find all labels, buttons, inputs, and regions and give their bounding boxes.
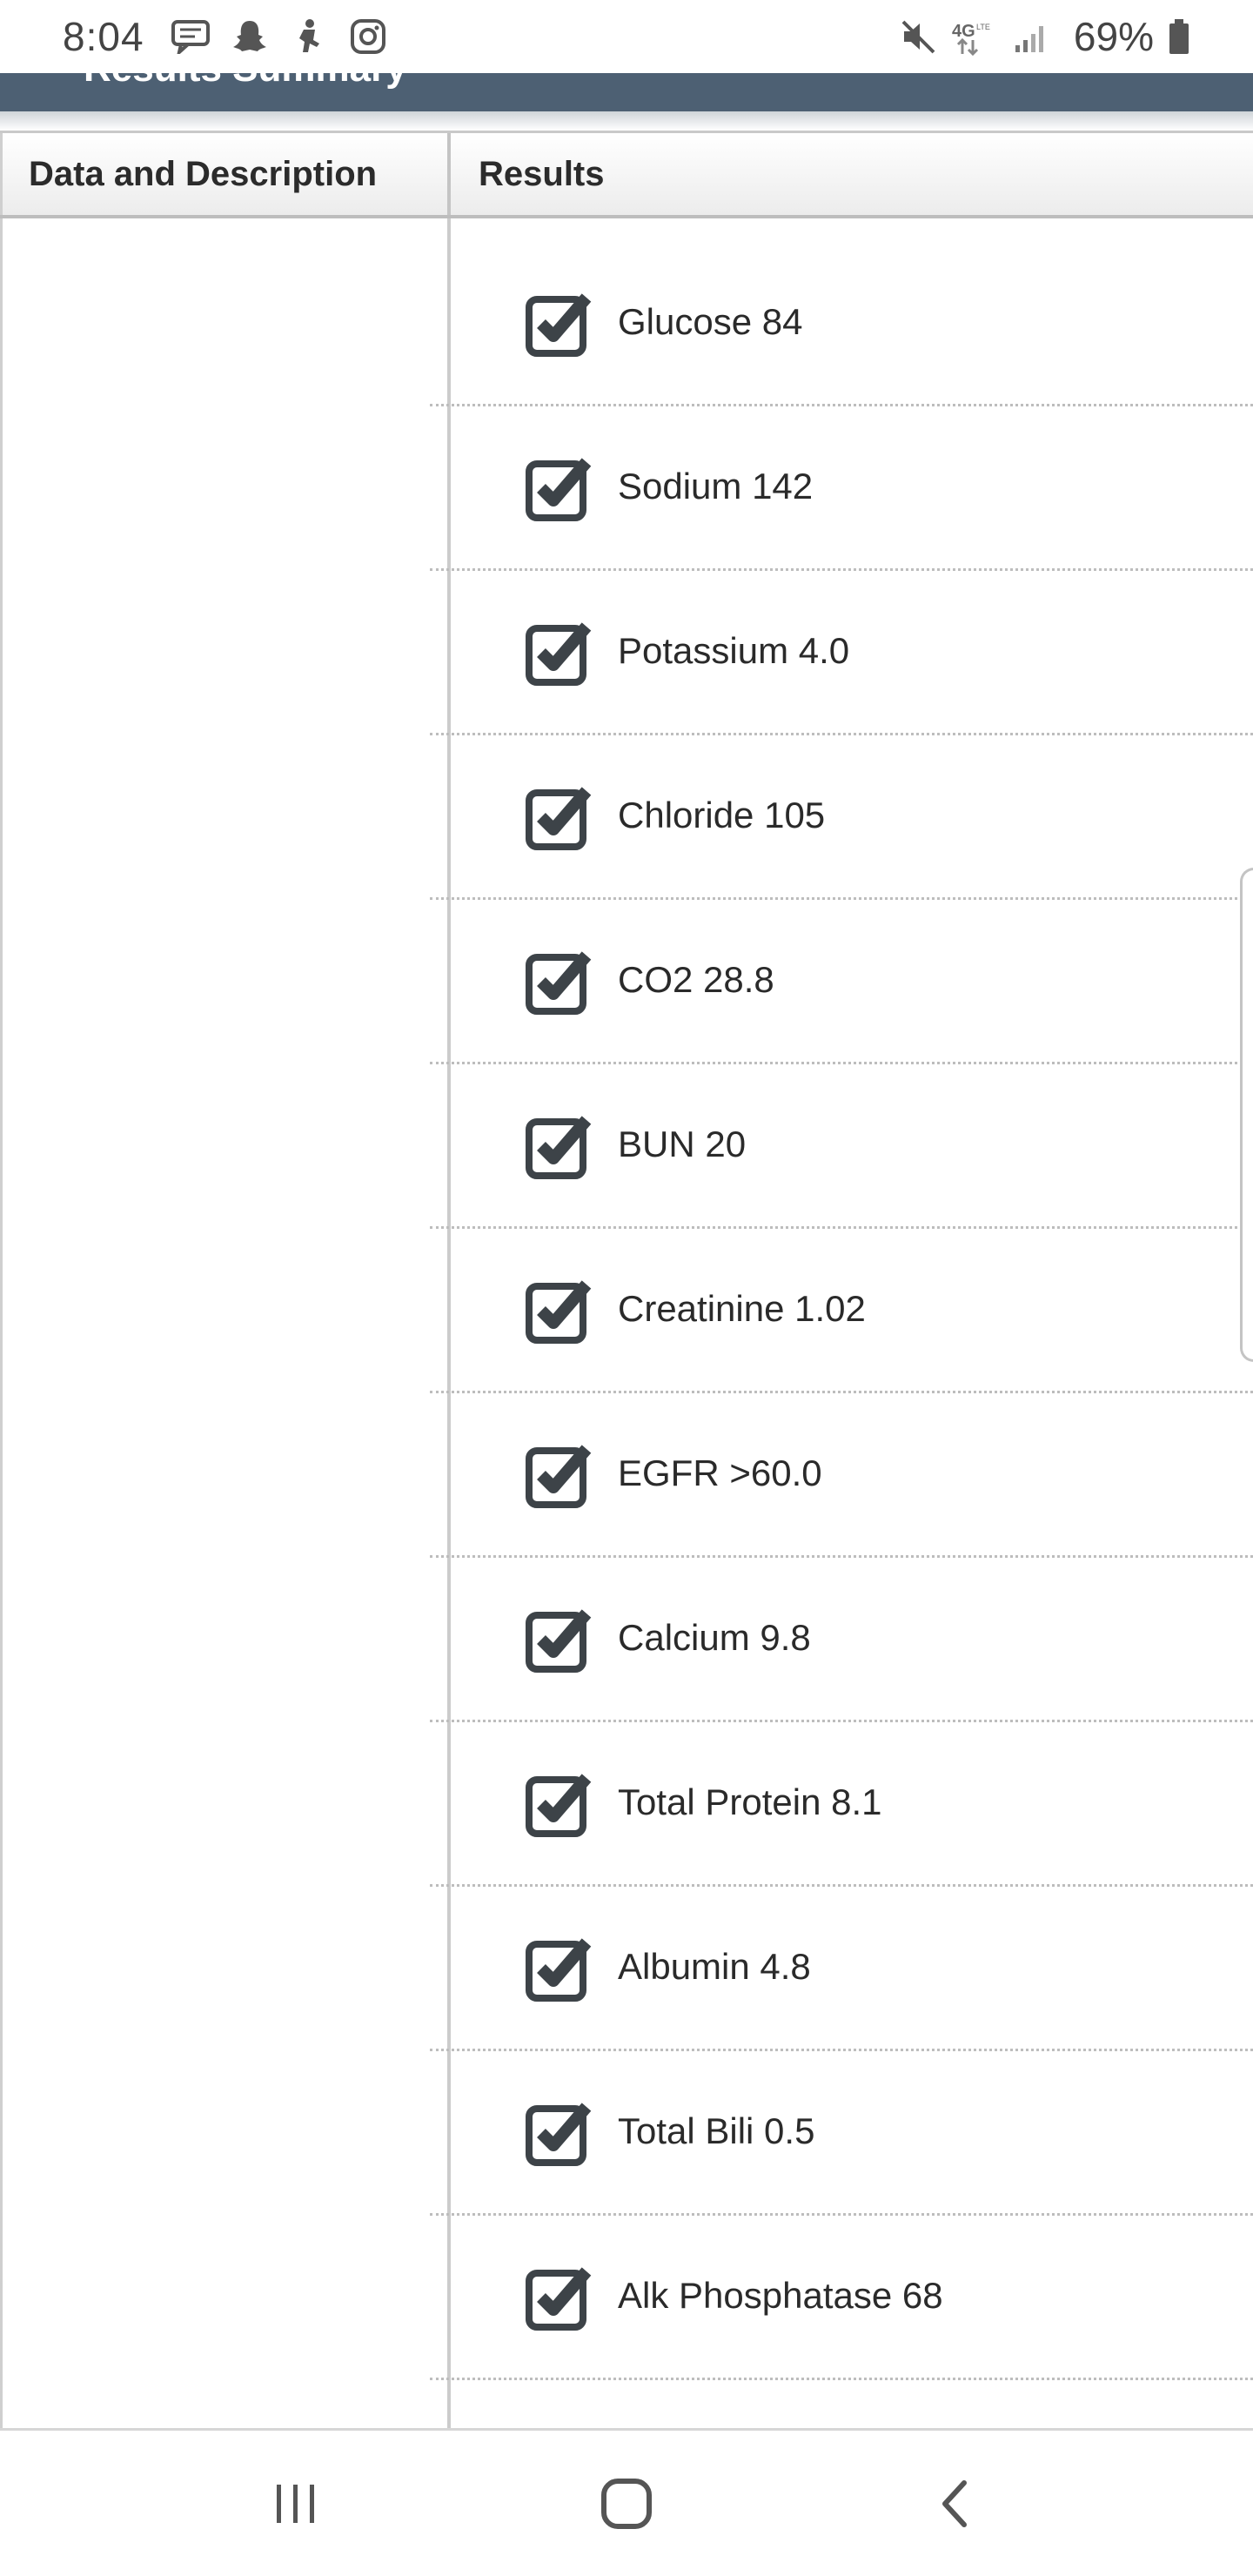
home-button[interactable] [574,2460,679,2547]
battery-icon [1166,17,1192,57]
result-row[interactable]: Calcium 9.8 [430,1558,1253,1722]
result-row[interactable]: Creatinine 1.02 [430,1229,1253,1393]
back-icon [942,2479,967,2527]
result-label: Glucose 84 [618,301,803,342]
result-row[interactable]: Potassium 4.0 [430,571,1253,735]
back-button[interactable] [905,2460,1009,2547]
result-label: Total Bili 0.5 [618,2110,815,2151]
column-header-results[interactable]: Results [447,133,1253,215]
table-header: Data and Description Results [0,133,1253,218]
checkbox-checked-icon[interactable] [526,1771,593,1839]
mute-icon [898,17,938,57]
4g-lte-icon: 4G LTE [950,17,999,57]
recent-apps-icon [277,2484,314,2523]
result-label: Alk Phosphatase 68 [618,2275,943,2316]
checkbox-checked-icon[interactable] [526,291,593,359]
puppet-icon [289,17,329,57]
page-header: Results Summary [0,73,1253,111]
result-label: Creatinine 1.02 [618,1288,866,1329]
snapchat-icon [230,17,270,57]
checkbox-checked-icon[interactable] [526,784,593,852]
result-label: Chloride 105 [618,795,826,835]
result-label: CO2 28.8 [618,959,774,1000]
checkbox-checked-icon[interactable] [526,455,593,523]
result-row[interactable]: Total Bili 0.5 [430,2051,1253,2216]
battery-percent: 69% [1073,14,1154,59]
status-bar: 8:04 4G LTE 69% [0,0,1253,73]
checkbox-checked-icon[interactable] [526,2264,593,2332]
checkbox-checked-icon[interactable] [526,620,593,688]
result-row[interactable]: Total Protein 8.1 [430,1722,1253,1887]
notification-icons [171,17,388,57]
result-row[interactable]: BUN 20 [430,1064,1253,1229]
result-row[interactable]: CO2 28.8 [430,900,1253,1064]
results-list: Glucose 84 Sodium 142 Potassium 4.0 Chlo… [430,218,1253,2380]
result-row[interactable]: Albumin 4.8 [430,1887,1253,2051]
result-label: EGFR >60.0 [618,1452,822,1493]
table-left-border [0,218,3,2432]
recent-apps-button[interactable] [244,2460,348,2547]
result-label: Potassium 4.0 [618,630,850,671]
signal-icon [1011,17,1051,57]
page-title: Results Summary [84,73,407,91]
svg-text:LTE: LTE [976,23,990,31]
result-row[interactable]: Sodium 142 [430,406,1253,571]
scroll-handle[interactable] [1240,868,1253,1362]
instagram-icon [348,17,388,57]
column-header-data-description[interactable]: Data and Description [0,133,447,215]
navigation-bar [0,2431,1253,2576]
result-row[interactable]: Chloride 105 [430,735,1253,900]
checkbox-checked-icon[interactable] [526,2100,593,2168]
checkbox-checked-icon[interactable] [526,949,593,1016]
chat-bubble-icon [171,17,211,57]
header-shadow [0,111,1253,131]
result-row[interactable]: Glucose 84 [430,218,1253,406]
result-label: Albumin 4.8 [618,1946,811,1987]
result-label: BUN 20 [618,1124,747,1164]
result-row[interactable]: EGFR >60.0 [430,1393,1253,1558]
checkbox-checked-icon[interactable] [526,1113,593,1181]
status-time: 8:04 [63,14,144,59]
svg-text:4G: 4G [952,22,975,41]
system-status-icons: 4G LTE 69% [898,13,1192,60]
result-row[interactable]: Alk Phosphatase 68 [430,2216,1253,2380]
result-label: Total Protein 8.1 [618,1781,882,1822]
result-label: Sodium 142 [618,466,814,506]
result-label: Calcium 9.8 [618,1617,811,1658]
checkbox-checked-icon[interactable] [526,1935,593,2003]
checkbox-checked-icon[interactable] [526,1607,593,1674]
checkbox-checked-icon[interactable] [526,1442,593,1510]
home-icon [601,2478,652,2529]
checkbox-checked-icon[interactable] [526,1278,593,1345]
results-table: Data and Description Results Glucose 84 … [0,131,1253,2432]
